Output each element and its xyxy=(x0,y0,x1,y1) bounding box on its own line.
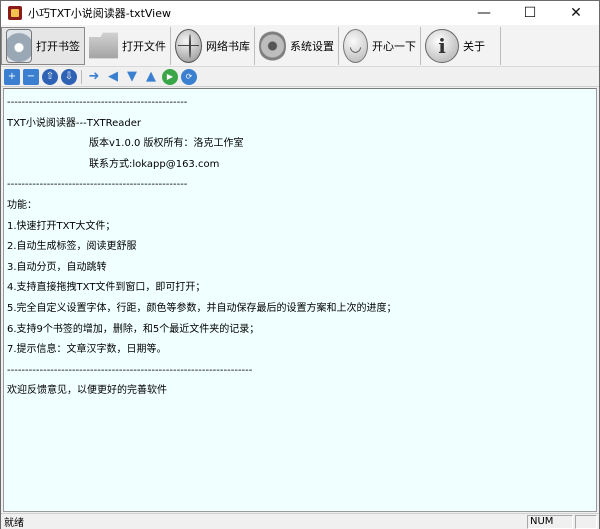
text-line: 欢迎反馈意见，以便更好的完善软件 xyxy=(7,385,167,397)
arrow-down-icon[interactable]: ▼ xyxy=(124,69,140,85)
text-line: 6.支持9个书签的增加，删除，和5个最近文件夹的记录； xyxy=(7,323,260,335)
text-line: 2.自动生成标签，阅读更舒服 xyxy=(7,241,137,253)
text-line: 1.快速打开TXT大文件； xyxy=(7,220,116,232)
title-bar[interactable]: 小巧TXT小说阅读器-txtView — ☐ ✕ xyxy=(1,1,599,25)
refresh-icon[interactable]: ⟳ xyxy=(181,68,197,85)
app-window: 小巧TXT小说阅读器-txtView — ☐ ✕ 打开书签 打开文件 网络书库 … xyxy=(0,0,600,529)
have-fun-button[interactable]: 开心一下 xyxy=(339,26,421,65)
window-title: 小巧TXT小说阅读器-txtView xyxy=(28,7,171,20)
next-bookmark-icon[interactable]: ⇩ xyxy=(61,68,77,85)
text-line: ----------------------------------------… xyxy=(7,364,253,376)
text-line: ----------------------------------------… xyxy=(7,97,188,108)
text-line: 版本v1.0.0 版权所有：洛克工作室 xyxy=(89,138,244,150)
prev-bookmark-icon[interactable]: ⇧ xyxy=(42,68,58,85)
online-library-button[interactable]: 网络书库 xyxy=(171,26,255,65)
main-toolbar: 打开书签 打开文件 网络书库 系统设置 开心一下 i 关于 xyxy=(1,25,599,67)
add-bookmark-icon[interactable]: + xyxy=(4,68,20,85)
status-bar: 就绪 NUM xyxy=(1,513,599,529)
text-line: ----------------------------------------… xyxy=(7,179,188,191)
about-button[interactable]: i 关于 xyxy=(421,26,501,65)
text-line: 4.支持直接拖拽TXT文件到窗口，即可打开； xyxy=(7,282,206,294)
smiley-icon xyxy=(343,28,368,63)
status-text: 就绪 xyxy=(4,518,24,529)
gear-icon xyxy=(259,28,286,63)
folder-icon xyxy=(89,32,118,59)
maximize-button[interactable]: ☐ xyxy=(507,1,553,25)
text-line: 功能： xyxy=(7,199,37,211)
open-file-label: 打开文件 xyxy=(122,39,166,53)
open-file-button[interactable]: 打开文件 xyxy=(85,26,171,65)
online-library-label: 网络书库 xyxy=(206,39,250,53)
close-button[interactable]: ✕ xyxy=(553,1,599,25)
open-bookmark-button[interactable]: 打开书签 xyxy=(1,26,85,65)
text-line: 5.完全自定义设置字体，行距，颜色等参数，并自动保存最后的设置方案和上次的进度； xyxy=(7,302,397,314)
open-bookmark-label: 打开书签 xyxy=(36,39,80,53)
system-settings-button[interactable]: 系统设置 xyxy=(255,26,339,65)
about-label: 关于 xyxy=(463,39,485,53)
num-lock-indicator: NUM xyxy=(527,514,573,529)
minimize-button[interactable]: — xyxy=(461,1,507,25)
text-line: TXT小说阅读器---TXTReader xyxy=(7,117,141,129)
delete-bookmark-icon[interactable]: − xyxy=(23,68,39,85)
status-panel-empty xyxy=(575,514,597,529)
bookmark-toolbar: + − ⇧ ⇩ ➜ ◀ ▼ ▲ ▶ ⟳ xyxy=(1,67,599,87)
info-icon: i xyxy=(425,28,459,63)
arrow-right-icon[interactable]: ➜ xyxy=(86,69,102,85)
arrow-left-icon[interactable]: ◀ xyxy=(105,69,121,85)
text-line: 联系方式:lokapp@163.com xyxy=(89,158,220,170)
have-fun-label: 开心一下 xyxy=(372,39,416,53)
play-icon[interactable]: ▶ xyxy=(162,68,178,85)
app-icon xyxy=(8,6,22,20)
text-line: 7.提示信息：文章汉字数，日期等。 xyxy=(7,344,167,356)
globe-icon xyxy=(175,28,202,63)
text-content-area[interactable]: ----------------------------------------… xyxy=(3,88,597,512)
arrow-up-icon[interactable]: ▲ xyxy=(143,69,159,85)
toolbar-separator xyxy=(81,69,82,84)
text-line: 3.自动分页，自动跳转 xyxy=(7,261,107,273)
system-settings-label: 系统设置 xyxy=(290,39,334,53)
cd-bookmark-icon xyxy=(6,28,32,63)
